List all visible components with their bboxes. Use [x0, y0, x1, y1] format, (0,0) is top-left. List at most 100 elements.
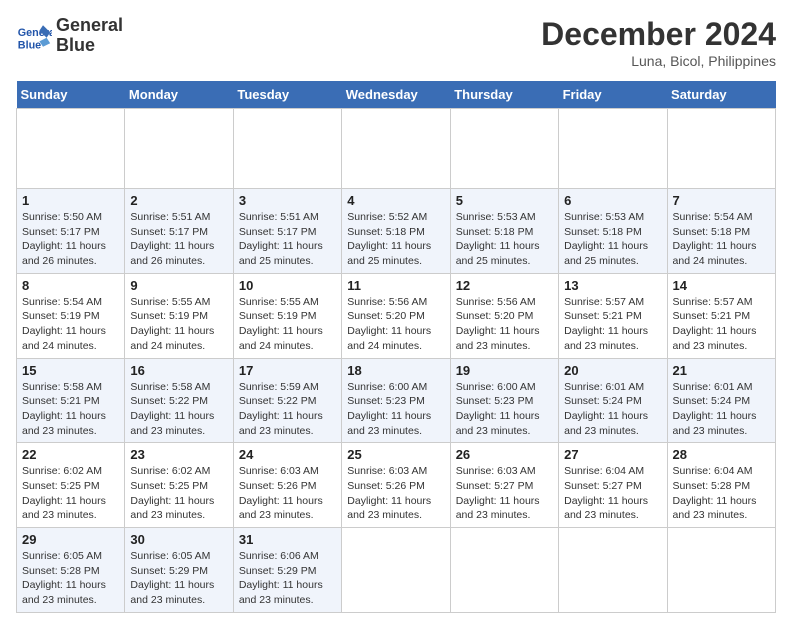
day-number: 31	[239, 532, 336, 547]
table-row	[342, 528, 450, 613]
day-info: Sunrise: 5:55 AMSunset: 5:19 PMDaylight:…	[239, 295, 336, 354]
day-number: 12	[456, 278, 553, 293]
day-info: Sunrise: 5:56 AMSunset: 5:20 PMDaylight:…	[347, 295, 444, 354]
page-header: General Blue General Blue December 2024 …	[16, 16, 776, 69]
day-number: 10	[239, 278, 336, 293]
day-info: Sunrise: 6:01 AMSunset: 5:24 PMDaylight:…	[564, 380, 661, 439]
col-tuesday: Tuesday	[233, 81, 341, 109]
table-row	[559, 109, 667, 189]
logo-icon: General Blue	[16, 18, 52, 54]
calendar-week-row: 29 Sunrise: 6:05 AMSunset: 5:28 PMDayligh…	[17, 528, 776, 613]
day-number: 29	[22, 532, 119, 547]
day-info: Sunrise: 6:02 AMSunset: 5:25 PMDaylight:…	[130, 464, 227, 523]
table-row: 10 Sunrise: 5:55 AMSunset: 5:19 PMDayligh…	[233, 273, 341, 358]
day-info: Sunrise: 6:03 AMSunset: 5:26 PMDaylight:…	[347, 464, 444, 523]
calendar-week-row: 15Sunrise: 5:58 AMSunset: 5:21 PMDayligh…	[17, 358, 776, 443]
day-number: 6	[564, 193, 661, 208]
table-row	[667, 528, 775, 613]
table-row: 18Sunrise: 6:00 AMSunset: 5:23 PMDayligh…	[342, 358, 450, 443]
day-info: Sunrise: 6:00 AMSunset: 5:23 PMDaylight:…	[347, 380, 444, 439]
day-info: Sunrise: 6:05 AMSunset: 5:28 PMDaylight:…	[22, 549, 119, 608]
table-row	[17, 109, 125, 189]
calendar-week-row	[17, 109, 776, 189]
col-monday: Monday	[125, 81, 233, 109]
day-number: 13	[564, 278, 661, 293]
table-row: 14 Sunrise: 5:57 AMSunset: 5:21 PMDayligh…	[667, 273, 775, 358]
table-row: 15Sunrise: 5:58 AMSunset: 5:21 PMDayligh…	[17, 358, 125, 443]
day-number: 23	[130, 447, 227, 462]
table-row: 8 Sunrise: 5:54 AMSunset: 5:19 PMDaylight…	[17, 273, 125, 358]
table-row	[125, 109, 233, 189]
table-row: 13 Sunrise: 5:57 AMSunset: 5:21 PMDayligh…	[559, 273, 667, 358]
col-thursday: Thursday	[450, 81, 558, 109]
table-row	[233, 109, 341, 189]
day-info: Sunrise: 6:03 AMSunset: 5:26 PMDaylight:…	[239, 464, 336, 523]
day-info: Sunrise: 5:55 AMSunset: 5:19 PMDaylight:…	[130, 295, 227, 354]
table-row: 1Sunrise: 5:50 AMSunset: 5:17 PMDaylight…	[17, 189, 125, 274]
location: Luna, Bicol, Philippines	[541, 53, 776, 69]
table-row	[450, 109, 558, 189]
day-info: Sunrise: 5:51 AMSunset: 5:17 PMDaylight:…	[130, 210, 227, 269]
day-number: 24	[239, 447, 336, 462]
col-saturday: Saturday	[667, 81, 775, 109]
day-info: Sunrise: 6:00 AMSunset: 5:23 PMDaylight:…	[456, 380, 553, 439]
table-row: 17 Sunrise: 5:59 AMSunset: 5:22 PMDayligh…	[233, 358, 341, 443]
day-info: Sunrise: 5:58 AMSunset: 5:21 PMDaylight:…	[22, 380, 119, 439]
logo: General Blue General Blue	[16, 16, 123, 56]
day-info: Sunrise: 5:57 AMSunset: 5:21 PMDaylight:…	[673, 295, 770, 354]
day-number: 8	[22, 278, 119, 293]
day-number: 17	[239, 363, 336, 378]
svg-text:Blue: Blue	[18, 39, 41, 51]
day-info: Sunrise: 6:05 AMSunset: 5:29 PMDaylight:…	[130, 549, 227, 608]
day-info: Sunrise: 5:53 AMSunset: 5:18 PMDaylight:…	[456, 210, 553, 269]
day-number: 21	[673, 363, 770, 378]
day-info: Sunrise: 6:04 AMSunset: 5:28 PMDaylight:…	[673, 464, 770, 523]
col-wednesday: Wednesday	[342, 81, 450, 109]
day-info: Sunrise: 6:06 AMSunset: 5:29 PMDaylight:…	[239, 549, 336, 608]
col-friday: Friday	[559, 81, 667, 109]
day-info: Sunrise: 5:53 AMSunset: 5:18 PMDaylight:…	[564, 210, 661, 269]
table-row	[559, 528, 667, 613]
table-row: 30 Sunrise: 6:05 AMSunset: 5:29 PMDayligh…	[125, 528, 233, 613]
day-info: Sunrise: 5:50 AMSunset: 5:17 PMDaylight:…	[22, 210, 119, 269]
day-number: 2	[130, 193, 227, 208]
day-info: Sunrise: 5:52 AMSunset: 5:18 PMDaylight:…	[347, 210, 444, 269]
day-info: Sunrise: 5:56 AMSunset: 5:20 PMDaylight:…	[456, 295, 553, 354]
calendar-table: Sunday Monday Tuesday Wednesday Thursday…	[16, 81, 776, 613]
day-number: 9	[130, 278, 227, 293]
table-row: 2 Sunrise: 5:51 AMSunset: 5:17 PMDaylight…	[125, 189, 233, 274]
table-row	[667, 109, 775, 189]
day-number: 5	[456, 193, 553, 208]
day-info: Sunrise: 6:01 AMSunset: 5:24 PMDaylight:…	[673, 380, 770, 439]
calendar-header-row: Sunday Monday Tuesday Wednesday Thursday…	[17, 81, 776, 109]
table-row: 3Sunrise: 5:51 AMSunset: 5:17 PMDaylight…	[233, 189, 341, 274]
table-row: 20Sunrise: 6:01 AMSunset: 5:24 PMDayligh…	[559, 358, 667, 443]
day-number: 3	[239, 193, 336, 208]
day-number: 11	[347, 278, 444, 293]
title-block: December 2024 Luna, Bicol, Philippines	[541, 16, 776, 69]
logo-text: General Blue	[56, 16, 123, 56]
day-number: 16	[130, 363, 227, 378]
table-row: 19Sunrise: 6:00 AMSunset: 5:23 PMDayligh…	[450, 358, 558, 443]
calendar-week-row: 1Sunrise: 5:50 AMSunset: 5:17 PMDaylight…	[17, 189, 776, 274]
table-row: 16Sunrise: 5:58 AMSunset: 5:22 PMDayligh…	[125, 358, 233, 443]
day-number: 14	[673, 278, 770, 293]
day-info: Sunrise: 5:54 AMSunset: 5:18 PMDaylight:…	[673, 210, 770, 269]
calendar-week-row: 22Sunrise: 6:02 AMSunset: 5:25 PMDayligh…	[17, 443, 776, 528]
table-row: 31 Sunrise: 6:06 AMSunset: 5:29 PMDayligh…	[233, 528, 341, 613]
day-info: Sunrise: 6:03 AMSunset: 5:27 PMDaylight:…	[456, 464, 553, 523]
day-info: Sunrise: 5:54 AMSunset: 5:19 PMDaylight:…	[22, 295, 119, 354]
day-info: Sunrise: 5:59 AMSunset: 5:22 PMDaylight:…	[239, 380, 336, 439]
day-info: Sunrise: 5:57 AMSunset: 5:21 PMDaylight:…	[564, 295, 661, 354]
table-row: 12 Sunrise: 5:56 AMSunset: 5:20 PMDayligh…	[450, 273, 558, 358]
calendar-week-row: 8 Sunrise: 5:54 AMSunset: 5:19 PMDaylight…	[17, 273, 776, 358]
day-number: 27	[564, 447, 661, 462]
col-sunday: Sunday	[17, 81, 125, 109]
day-number: 25	[347, 447, 444, 462]
day-number: 30	[130, 532, 227, 547]
table-row: 28Sunrise: 6:04 AMSunset: 5:28 PMDayligh…	[667, 443, 775, 528]
table-row: 27Sunrise: 6:04 AMSunset: 5:27 PMDayligh…	[559, 443, 667, 528]
table-row: 6 Sunrise: 5:53 AMSunset: 5:18 PMDaylight…	[559, 189, 667, 274]
table-row: 26Sunrise: 6:03 AMSunset: 5:27 PMDayligh…	[450, 443, 558, 528]
table-row: 22Sunrise: 6:02 AMSunset: 5:25 PMDayligh…	[17, 443, 125, 528]
